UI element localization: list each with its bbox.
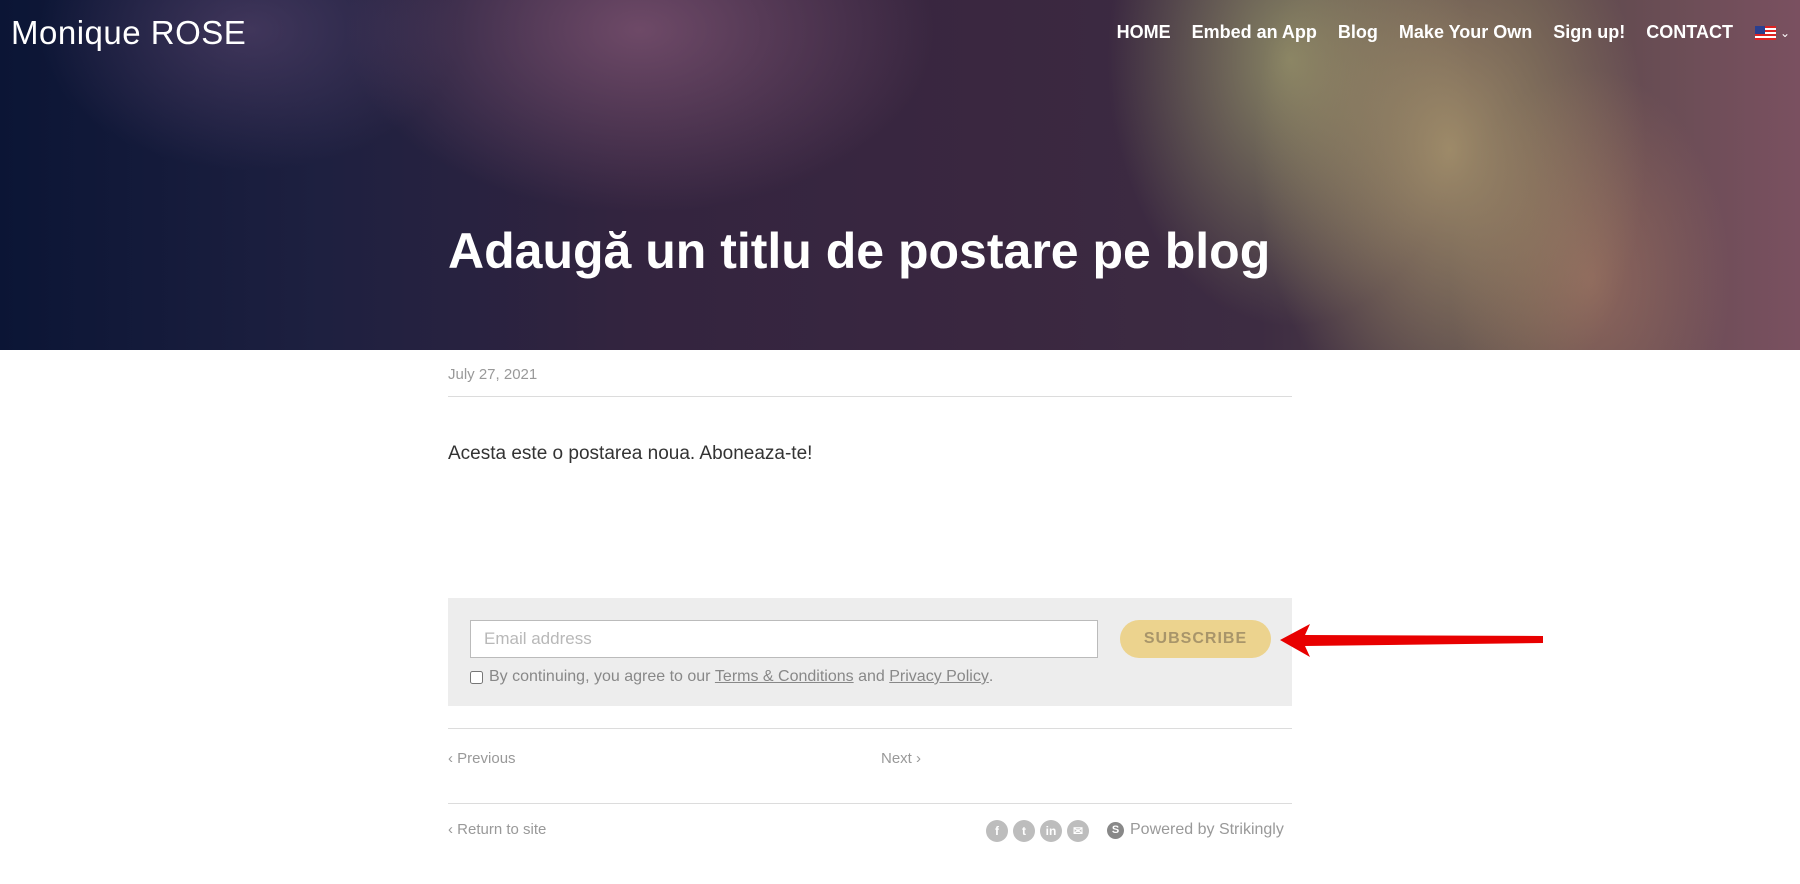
- nav-contact[interactable]: CONTACT: [1646, 22, 1733, 43]
- subscribe-button[interactable]: SUBSCRIBE: [1120, 620, 1271, 658]
- facebook-icon[interactable]: f: [986, 820, 1008, 842]
- twitter-icon[interactable]: t: [1013, 820, 1035, 842]
- agree-row: By continuing, you agree to our Terms & …: [470, 668, 993, 686]
- subscribe-form: SUBSCRIBE By continuing, you agree to ou…: [448, 598, 1292, 706]
- terms-link[interactable]: Terms & Conditions: [715, 668, 854, 686]
- annotation-arrow-icon: [1280, 624, 1543, 657]
- post-date: July 27, 2021: [448, 366, 538, 383]
- powered-by-link[interactable]: S Powered by Strikingly: [1107, 821, 1284, 839]
- agree-checkbox[interactable]: [470, 670, 483, 684]
- strikingly-logo-icon: S: [1107, 821, 1124, 839]
- nav-blog[interactable]: Blog: [1338, 22, 1378, 43]
- chevron-down-icon: ⌄: [1779, 25, 1790, 40]
- next-link[interactable]: Next ›: [881, 750, 921, 767]
- previous-label: Previous: [457, 750, 516, 767]
- chevron-left-icon: ‹: [448, 750, 453, 767]
- us-flag-icon: [1754, 25, 1776, 40]
- email-icon[interactable]: ✉: [1067, 820, 1089, 842]
- chevron-right-icon: ›: [916, 750, 922, 767]
- powered-by-label: Powered by Strikingly: [1130, 821, 1284, 838]
- nav-make-your-own[interactable]: Make Your Own: [1399, 22, 1532, 43]
- email-input[interactable]: [470, 620, 1098, 658]
- chevron-left-icon: ‹: [448, 821, 453, 838]
- privacy-link[interactable]: Privacy Policy: [889, 668, 989, 686]
- hero-banner: Monique ROSE HOME Embed an App Blog Make…: [0, 0, 1800, 350]
- previous-link[interactable]: ‹ Previous: [448, 750, 516, 767]
- main-nav: HOME Embed an App Blog Make Your Own Sig…: [1096, 22, 1790, 43]
- nav-sign-up[interactable]: Sign up!: [1553, 22, 1625, 43]
- nav-embed-app[interactable]: Embed an App: [1192, 22, 1317, 43]
- agree-suffix: .: [988, 668, 994, 685]
- share-icons: f t in ✉: [986, 820, 1094, 842]
- divider: [448, 728, 1292, 729]
- next-label: Next: [881, 750, 912, 767]
- post-body: Acesta este o postarea noua. Aboneaza-te…: [448, 443, 813, 464]
- site-brand[interactable]: Monique ROSE: [11, 14, 246, 52]
- return-label: Return to site: [457, 821, 547, 838]
- divider: [448, 803, 1292, 804]
- post-title: Adaugă un titlu de postare pe blog: [448, 223, 1271, 279]
- linkedin-icon[interactable]: in: [1040, 820, 1062, 842]
- language-selector[interactable]: ⌄: [1754, 25, 1790, 40]
- divider: [448, 396, 1292, 397]
- agree-and: and: [853, 668, 890, 685]
- agree-prefix: By continuing, you agree to our: [489, 668, 715, 685]
- nav-home[interactable]: HOME: [1117, 22, 1171, 43]
- return-to-site-link[interactable]: ‹ Return to site: [448, 821, 546, 838]
